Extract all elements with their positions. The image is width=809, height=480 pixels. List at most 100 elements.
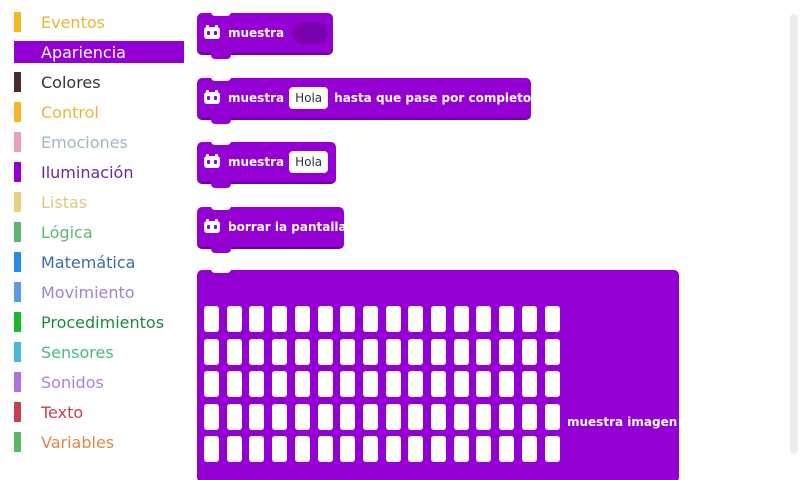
led-cell[interactable]: [340, 403, 356, 430]
led-cell[interactable]: [317, 371, 333, 397]
category-control[interactable]: Control: [14, 101, 186, 123]
led-cell[interactable]: [204, 306, 219, 332]
led-cell[interactable]: [408, 436, 424, 462]
led-cell[interactable]: [249, 306, 265, 332]
led-cell[interactable]: [385, 403, 401, 430]
category-sensores[interactable]: Sensores: [14, 341, 186, 363]
show-until-done-block[interactable]: muestra Hola hasta que pase por completo: [197, 77, 531, 124]
led-cell[interactable]: [521, 338, 537, 365]
led-cell[interactable]: [521, 436, 537, 462]
category-colores[interactable]: Colores: [14, 71, 186, 93]
led-cell[interactable]: [294, 403, 310, 430]
led-cell[interactable]: [204, 371, 219, 397]
led-cell[interactable]: [544, 338, 560, 365]
led-cell[interactable]: [340, 306, 356, 332]
led-cell[interactable]: [272, 371, 288, 397]
led-cell[interactable]: [317, 306, 333, 332]
led-cell[interactable]: [272, 338, 288, 365]
led-cell[interactable]: [476, 371, 492, 397]
category-iluminacion[interactable]: Iluminación: [14, 161, 186, 183]
led-cell[interactable]: [476, 306, 492, 332]
led-cell[interactable]: [272, 403, 288, 430]
led-cell[interactable]: [476, 338, 492, 365]
led-cell[interactable]: [385, 436, 401, 462]
led-cell[interactable]: [453, 403, 469, 430]
category-procedimientos[interactable]: Procedimientos: [14, 311, 186, 333]
led-cell[interactable]: [272, 306, 288, 332]
led-cell[interactable]: [362, 306, 378, 332]
led-cell[interactable]: [317, 403, 333, 430]
text-field[interactable]: Hola: [289, 151, 329, 173]
led-cell[interactable]: [226, 338, 242, 365]
led-cell[interactable]: [317, 338, 333, 365]
category-listas[interactable]: Listas: [14, 191, 186, 213]
category-emociones[interactable]: Emociones: [14, 131, 186, 153]
led-cell[interactable]: [544, 403, 560, 430]
led-cell[interactable]: [249, 371, 265, 397]
led-cell[interactable]: [294, 306, 310, 332]
led-cell[interactable]: [385, 338, 401, 365]
led-cell[interactable]: [499, 371, 515, 397]
led-cell[interactable]: [249, 436, 265, 462]
show-color-block[interactable]: muestra: [197, 12, 333, 59]
led-cell[interactable]: [294, 338, 310, 365]
led-cell[interactable]: [340, 338, 356, 365]
category-logica[interactable]: Lógica: [14, 221, 186, 243]
led-cell[interactable]: [226, 436, 242, 462]
category-apariencia[interactable]: Apariencia: [14, 41, 184, 63]
led-cell[interactable]: [294, 436, 310, 462]
led-cell[interactable]: [544, 436, 560, 462]
led-cell[interactable]: [476, 403, 492, 430]
led-cell[interactable]: [317, 436, 333, 462]
led-cell[interactable]: [385, 306, 401, 332]
led-cell[interactable]: [431, 371, 446, 397]
led-cell[interactable]: [453, 338, 469, 365]
color-picker-field[interactable]: [292, 22, 329, 44]
led-cell[interactable]: [362, 371, 378, 397]
led-cell[interactable]: [544, 371, 560, 397]
category-sonidos[interactable]: Sonidos: [14, 371, 186, 393]
led-cell[interactable]: [362, 436, 378, 462]
led-cell[interactable]: [544, 306, 560, 332]
led-cell[interactable]: [431, 403, 446, 430]
led-cell[interactable]: [521, 403, 537, 430]
led-cell[interactable]: [362, 338, 378, 365]
category-texto[interactable]: Texto: [14, 401, 186, 423]
led-cell[interactable]: [521, 371, 537, 397]
led-cell[interactable]: [408, 306, 424, 332]
led-cell[interactable]: [340, 371, 356, 397]
led-cell[interactable]: [226, 306, 242, 332]
led-cell[interactable]: [431, 306, 446, 332]
led-cell[interactable]: [453, 371, 469, 397]
led-cell[interactable]: [431, 338, 446, 365]
flyout-scrollbar[interactable]: [790, 14, 798, 454]
led-cell[interactable]: [499, 306, 515, 332]
led-cell[interactable]: [226, 403, 242, 430]
clear-screen-block[interactable]: borrar la pantalla: [197, 206, 347, 253]
led-cell[interactable]: [453, 306, 469, 332]
led-cell[interactable]: [340, 436, 356, 462]
category-variables[interactable]: Variables: [14, 431, 186, 453]
led-cell[interactable]: [431, 436, 446, 462]
led-cell[interactable]: [476, 436, 492, 462]
led-cell[interactable]: [408, 371, 424, 397]
led-cell[interactable]: [408, 338, 424, 365]
led-cell[interactable]: [294, 371, 310, 397]
led-cell[interactable]: [272, 436, 288, 462]
led-cell[interactable]: [204, 403, 219, 430]
led-cell[interactable]: [499, 338, 515, 365]
led-cell[interactable]: [362, 403, 378, 430]
led-cell[interactable]: [204, 436, 219, 462]
led-cell[interactable]: [385, 371, 401, 397]
led-cell[interactable]: [499, 403, 515, 430]
category-movimiento[interactable]: Movimiento: [14, 281, 186, 303]
text-field[interactable]: Hola: [289, 87, 329, 109]
led-cell[interactable]: [204, 338, 219, 365]
led-cell[interactable]: [521, 306, 537, 332]
category-matematica[interactable]: Matemática: [14, 251, 186, 273]
led-cell[interactable]: [226, 371, 242, 397]
led-cell[interactable]: [453, 436, 469, 462]
show-text-block[interactable]: muestra Hola: [197, 141, 336, 188]
category-eventos[interactable]: Eventos: [14, 11, 186, 33]
led-cell[interactable]: [249, 338, 265, 365]
